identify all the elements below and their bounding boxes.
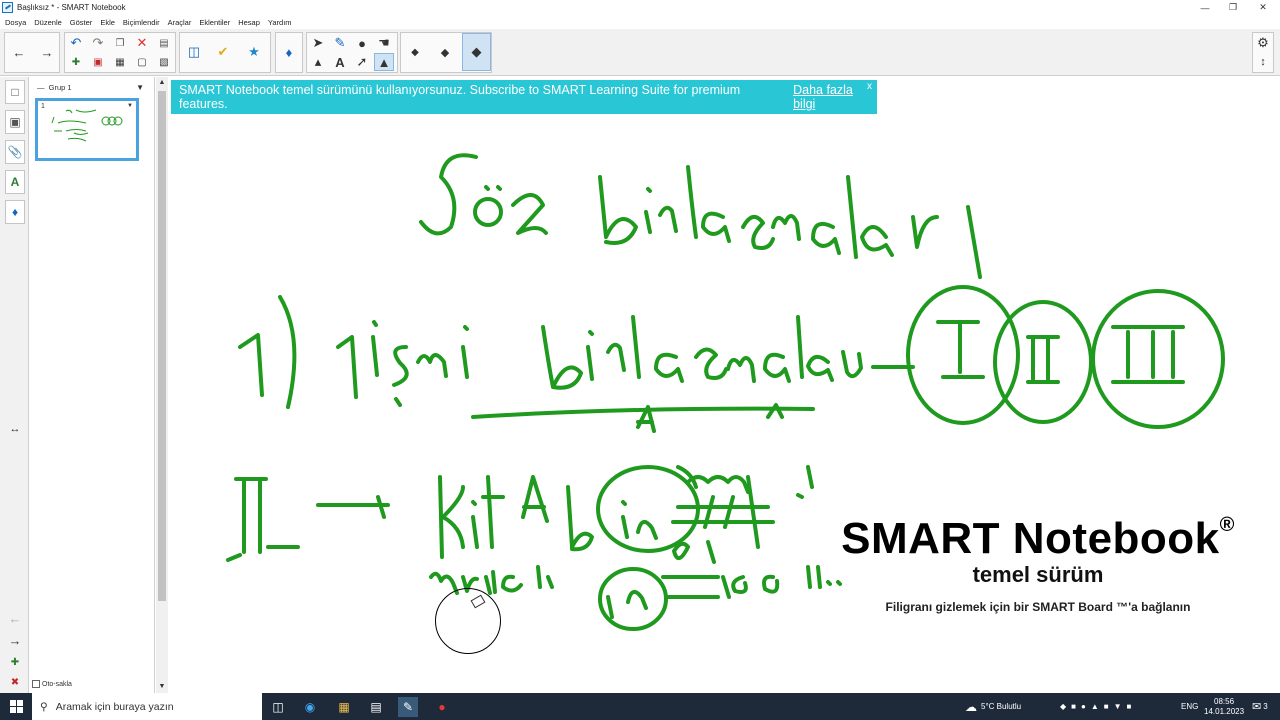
task-view-icon[interactable]: ◫	[268, 697, 288, 717]
autosave-checkbox[interactable]: Oto-sakla	[32, 680, 72, 688]
cloud-icon: ☁	[965, 699, 977, 714]
add-page-icon[interactable]: ✚	[66, 53, 86, 71]
menu-help[interactable]: Yardım	[268, 18, 292, 27]
notifications-button[interactable]: ✉ 3	[1252, 693, 1268, 720]
undo-icon[interactable]: ↶	[66, 34, 86, 52]
system-tray-icons[interactable]: ◆■●▲■▼■	[1060, 693, 1136, 720]
smart-notebook-taskbar-icon[interactable]: ✎	[398, 697, 418, 717]
side-tabs: □ ▣ 📎 A ♦ ↔ ← → ✚ ✖	[0, 77, 29, 693]
save-icon[interactable]: ▦	[110, 53, 130, 71]
shapes-icon[interactable]: ●	[352, 34, 372, 52]
notification-icon: ✉	[1252, 701, 1262, 713]
notebook-canvas[interactable]: SMART Notebook temel sürümünü kullanıyor…	[168, 77, 1280, 693]
copy-icon[interactable]: ❐	[110, 34, 130, 52]
sidebar-delete-page-icon[interactable]: ✖	[6, 675, 24, 689]
weather-widget[interactable]: ☁ 5°C Bulutlu	[965, 693, 1021, 720]
gear-icon[interactable]: ⚙	[1254, 34, 1272, 52]
screen-shade-icon[interactable]: ▧	[154, 53, 174, 71]
sidebar-forward-icon[interactable]: →	[6, 633, 24, 648]
sidebar-back-icon[interactable]: ←	[6, 611, 24, 626]
redo-icon[interactable]: ↷	[88, 34, 108, 52]
menu-tools[interactable]: Araçlar	[168, 18, 192, 27]
magic-pen-icon[interactable]: ▴	[308, 53, 328, 71]
windows-start-icon[interactable]	[0, 693, 32, 720]
eraser-small-icon[interactable]: ◆	[402, 37, 428, 67]
sidebar-scrollbar[interactable]: ▲ ▼	[156, 77, 168, 693]
search-icon: ⚲	[40, 700, 48, 713]
menu-bar: Dosya Düzenle Göster Ekle Biçimlendir Ar…	[0, 15, 1280, 29]
watermark-subtitle: temel sürüm	[972, 562, 1104, 587]
full-screen-icon[interactable]: ▢	[132, 53, 152, 71]
attachments-tab-icon[interactable]: 📎	[5, 140, 25, 164]
scrollbar-thumb[interactable]	[158, 91, 166, 601]
file-explorer-icon[interactable]: ▦	[334, 697, 354, 717]
notification-count: 3	[1263, 702, 1268, 711]
watermark: SMART Notebook® temel sürüm Filigranı gi…	[823, 514, 1253, 614]
addons-tab-icon[interactable]: ♦	[5, 200, 25, 224]
taskbar: ⚲ Aramak için buraya yazın ◫ ◉ ▦ ▤ ✎ ● ☁…	[0, 693, 1280, 720]
select-icon[interactable]: ➤	[308, 34, 328, 52]
line-icon[interactable]: ➚	[352, 53, 372, 71]
store-icon[interactable]: ▤	[366, 697, 386, 717]
activity-builder-icon[interactable]: ★	[240, 37, 268, 67]
table-icon[interactable]: ▤	[154, 34, 174, 52]
restore-icon[interactable]: ❐	[1216, 0, 1250, 15]
watermark-title: SMART Notebook®	[841, 514, 1235, 563]
scroll-up-icon[interactable]: ▲	[156, 77, 168, 87]
scroll-down-icon[interactable]: ▼	[156, 681, 168, 691]
smart-notebook-icon	[2, 2, 13, 13]
menu-addons[interactable]: Eklentiler	[199, 18, 230, 27]
thumbnail-ink-preview	[51, 109, 123, 142]
clock-date: 14.01.2023	[1204, 706, 1245, 716]
clock-time: 08:56	[1214, 696, 1235, 706]
eraser-medium-icon[interactable]: ◆	[432, 37, 458, 67]
display-icon[interactable]: ◫	[181, 37, 207, 67]
menu-account[interactable]: Hesap	[238, 18, 260, 27]
window-title: Başlıksız * - SMART Notebook	[17, 3, 126, 12]
gallery-tab-icon[interactable]: ▣	[5, 110, 25, 134]
move-sidebar-icon[interactable]: ↔	[6, 422, 24, 436]
eraser-large-icon[interactable]: ◆	[462, 33, 491, 71]
pen-icon[interactable]: ✎	[330, 34, 350, 52]
edge-icon[interactable]: ◉	[300, 697, 320, 717]
text-icon[interactable]: A	[330, 53, 350, 71]
page-sorter: — Grup 1 ▼ 1 ▼ Oto-sakla	[29, 77, 155, 693]
sidebar-add-page-icon[interactable]: ✚	[6, 655, 24, 669]
menu-edit[interactable]: Düzenle	[34, 18, 62, 27]
addon-puzzle-icon[interactable]: ♦	[277, 37, 301, 67]
previous-page-icon[interactable]: ←	[8, 37, 30, 67]
clock[interactable]: 08:56 14.01.2023	[1204, 693, 1244, 720]
screen-recorder-icon[interactable]: ●	[432, 697, 452, 717]
menu-format[interactable]: Biçimlendir	[123, 18, 160, 27]
eraser-icon[interactable]: ▲	[374, 53, 394, 71]
group-label[interactable]: — Grup 1	[37, 83, 72, 92]
title-bar: Başlıksız * - SMART Notebook — ❐ ✕	[0, 0, 1280, 15]
response-icon[interactable]: ✔	[210, 37, 236, 67]
menu-file[interactable]: Dosya	[5, 18, 26, 27]
group-dropdown-icon[interactable]: ▼	[136, 83, 144, 92]
toolbar-position-icon[interactable]: ↕	[1254, 53, 1272, 71]
delete-icon[interactable]: ✕	[132, 34, 152, 52]
delete-page-icon[interactable]: ▣	[88, 53, 108, 71]
properties-tab-icon[interactable]: A	[5, 170, 25, 194]
fill-icon[interactable]: ☚	[374, 34, 394, 52]
watermark-hint: Filigranı gizlemek için bir SMART Board …	[885, 600, 1191, 614]
menu-view[interactable]: Göster	[70, 18, 93, 27]
taskbar-search-input[interactable]: ⚲ Aramak için buraya yazın	[32, 693, 262, 720]
page-sorter-tab-icon[interactable]: □	[5, 80, 25, 104]
close-icon[interactable]: ✕	[1246, 0, 1280, 15]
next-page-icon[interactable]: →	[36, 37, 58, 67]
menu-insert[interactable]: Ekle	[100, 18, 115, 27]
language-indicator[interactable]: ENG	[1181, 693, 1198, 720]
page-thumbnail[interactable]: 1 ▼	[35, 98, 139, 161]
eraser-cursor-icon	[435, 588, 501, 654]
toolbar: ← → ↶ ↷ ❐ ✕ ▤ ✚ ▣ ▦ ▢ ▧ ◫ ✔ ★ ♦ ➤ ✎ ● ☚ …	[0, 29, 1280, 76]
